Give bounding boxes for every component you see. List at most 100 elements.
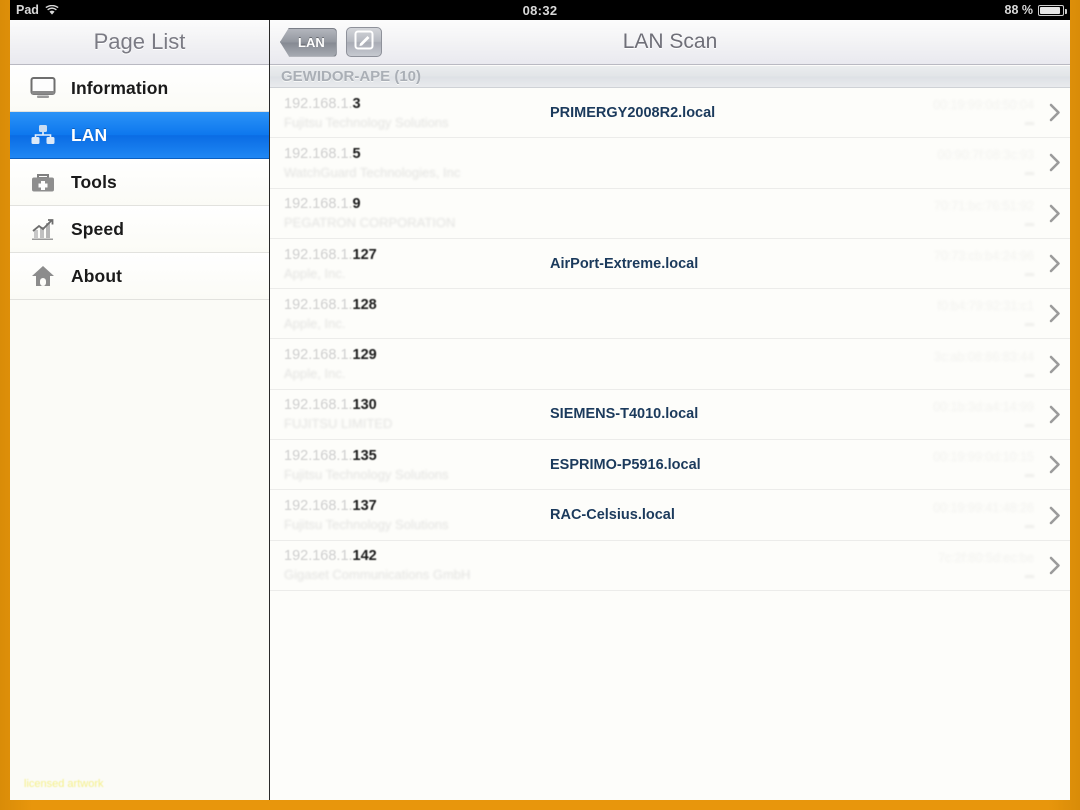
device-mac: 70:71:bc:76:51:92 <box>933 198 1034 213</box>
device-address-cell: 192.168.1.142 Gigaset Communications GmbH <box>284 548 534 582</box>
chart-icon <box>28 214 58 244</box>
device-vendor: Apple, Inc. <box>284 315 346 331</box>
device-ip: 192.168.1.130 <box>284 397 534 413</box>
device-address-cell: 192.168.1.137 Fujitsu Technology Solution… <box>284 498 534 532</box>
device-ip: 192.168.1.137 <box>284 498 534 514</box>
device-ip-prefix: 192.168.1. <box>284 447 353 464</box>
app-screen: Page List Information LAN Tools Speed Ab… <box>10 20 1070 800</box>
device-address-cell: 192.168.1.5 WatchGuard Technologies, Inc <box>284 146 534 180</box>
device-mac-sub-icon: ▬ <box>1025 117 1034 128</box>
device-ip-host: 137 <box>352 498 377 515</box>
device-mac: 00:19:99:0d:50:04 <box>933 98 1034 113</box>
monitor-icon <box>28 73 58 103</box>
chevron-right-icon[interactable] <box>1040 506 1070 525</box>
chevron-right-icon[interactable] <box>1040 103 1070 122</box>
device-ip-prefix: 192.168.1. <box>284 347 353 364</box>
device-row[interactable]: 192.168.1.142 Gigaset Communications GmbH… <box>270 540 1070 591</box>
device-ip-prefix: 192.168.1. <box>284 397 353 414</box>
device-ip-prefix: 192.168.1. <box>284 498 353 515</box>
back-button[interactable]: LAN <box>280 27 337 57</box>
sidebar-item-speed[interactable]: Speed <box>10 206 269 253</box>
chevron-right-icon[interactable] <box>1040 405 1070 424</box>
device-row[interactable]: 192.168.1.128 Apple, Inc. f0:b4:79:92:31:c… <box>270 289 1070 340</box>
device-row[interactable]: 192.168.1.137 Fujitsu Technology Solution… <box>270 490 1070 541</box>
sidebar-item-label: LAN <box>71 124 108 145</box>
chevron-right-icon[interactable] <box>1040 556 1070 575</box>
device-ip-prefix: 192.168.1. <box>284 196 353 213</box>
device-ip-host: 5 <box>352 145 361 162</box>
device-mac: 00:1b:3d:a4:14:99 <box>933 399 1034 414</box>
device-address-cell: 192.168.1.135 Fujitsu Technology Solution… <box>284 448 534 482</box>
device-ip-host: 127 <box>352 246 377 263</box>
device-ip-host: 9 <box>352 196 361 213</box>
device-mac-sub-icon: ▬ <box>1025 519 1034 530</box>
device-vendor: Fujitsu Technology Solutions <box>284 114 449 130</box>
device-mac: 00:19:99:41:48:26 <box>933 500 1034 515</box>
device-row[interactable]: 192.168.1.3 Fujitsu Technology Solutions P… <box>270 88 1070 139</box>
device-vendor: Apple, Inc. <box>284 366 346 382</box>
device-vendor: Gigaset Communications GmbH <box>284 567 471 583</box>
device-address-cell: 192.168.1.9 PEGATRON CORPORATION <box>284 196 534 230</box>
sidebar-header: Page List <box>10 20 269 65</box>
network-nodes-icon <box>28 120 58 150</box>
device-row[interactable]: 192.168.1.9 PEGATRON CORPORATION 70:71:bc:… <box>270 188 1070 239</box>
sidebar-item-lan[interactable]: LAN <box>10 112 269 159</box>
device-mac-sub-icon: ▬ <box>1025 569 1034 580</box>
device-row[interactable]: 192.168.1.130 FUJITSU LIMITED SIEMENS-T401… <box>270 389 1070 441</box>
sidebar-item-label: Information <box>71 77 169 98</box>
sidebar-item-label: Speed <box>71 218 125 239</box>
device-address-cell: 192.168.1.130 FUJITSU LIMITED <box>284 397 534 431</box>
device-row[interactable]: 192.168.1.127 Apple, Inc. AirPort-Extreme.… <box>270 238 1070 290</box>
battery-icon <box>1038 4 1067 16</box>
device-mac: 00:90:7f:08:3c:93 <box>937 148 1034 163</box>
device-mac-cell: 00:1b:3d:a4:14:99 ▬ <box>860 400 1040 429</box>
device-ip: 192.168.1.142 <box>284 548 534 564</box>
device-ip: 192.168.1.127 <box>284 247 534 263</box>
device-frame: Pad 08:32 88 % Page List Information LAN… <box>0 0 1080 810</box>
device-mac-cell: 00:19:99:41:48:26 ▬ <box>860 501 1040 530</box>
device-row[interactable]: 192.168.1.129 Apple, Inc. 3c:ab:08:86:83:4… <box>270 339 1070 390</box>
device-ip: 192.168.1.9 <box>284 196 534 212</box>
device-hostname: SIEMENS-T4010.local <box>550 406 699 423</box>
device-ip-prefix: 192.168.1. <box>284 548 353 565</box>
device-hostname: ESPRIMO-P5916.local <box>550 456 701 473</box>
device-mac-cell: 00:19:99:0d:50:04 ▬ <box>860 98 1040 127</box>
device-vendor: WatchGuard Technologies, Inc <box>284 164 461 180</box>
sidebar-item-information[interactable]: Information <box>10 65 269 112</box>
home-icon <box>28 261 58 291</box>
device-mac-sub-icon: ▬ <box>1025 167 1034 178</box>
device-ip-host: 128 <box>352 296 377 313</box>
status-bar: Pad 08:32 88 % <box>10 0 1070 20</box>
device-ip: 192.168.1.5 <box>284 146 534 162</box>
device-row[interactable]: 192.168.1.135 Fujitsu Technology Solution… <box>270 440 1070 491</box>
device-ip-prefix: 192.168.1. <box>284 246 353 263</box>
device-list[interactable]: 192.168.1.3 Fujitsu Technology Solutions P… <box>270 88 1070 800</box>
device-mac: f0:b4:79:92:31:c1 <box>937 299 1034 314</box>
status-bar-right: 88 % <box>1005 3 1067 17</box>
chevron-right-icon[interactable] <box>1040 355 1070 374</box>
device-mac-cell: 70:71:bc:76:51:92 ▬ <box>860 199 1040 228</box>
device-ip-host: 3 <box>352 95 361 112</box>
chevron-right-icon[interactable] <box>1040 153 1070 172</box>
chevron-right-icon[interactable] <box>1040 254 1070 273</box>
device-mac-cell: f0:b4:79:92:31:c1 ▬ <box>860 299 1040 328</box>
device-vendor: Apple, Inc. <box>284 265 346 281</box>
device-mac-sub-icon: ▬ <box>1025 318 1034 329</box>
sidebar-item-about[interactable]: About <box>10 253 269 300</box>
chevron-right-icon[interactable] <box>1040 455 1070 474</box>
sidebar-item-tools[interactable]: Tools <box>10 159 269 206</box>
back-button-label: LAN <box>298 34 325 50</box>
edit-button[interactable] <box>345 27 382 57</box>
sidebar-list: Information LAN Tools Speed About <box>10 65 269 800</box>
device-mac-cell: 3c:ab:08:86:83:44 ▬ <box>860 350 1040 379</box>
chevron-right-icon[interactable] <box>1040 304 1070 323</box>
chevron-right-icon[interactable] <box>1040 204 1070 223</box>
device-address-cell: 192.168.1.128 Apple, Inc. <box>284 297 534 331</box>
device-mac-sub-icon: ▬ <box>1025 469 1034 480</box>
device-row[interactable]: 192.168.1.5 WatchGuard Technologies, Inc 0… <box>270 138 1070 189</box>
status-time: 08:32 <box>522 2 558 18</box>
device-mac: 7c:2f:80:5d:ec:be <box>938 550 1034 565</box>
navbar-title: LAN Scan <box>622 30 718 53</box>
sidebar-item-label: Tools <box>71 171 117 192</box>
device-mac-cell: 70:73:cb:b4:24:96 ▬ <box>860 249 1040 278</box>
